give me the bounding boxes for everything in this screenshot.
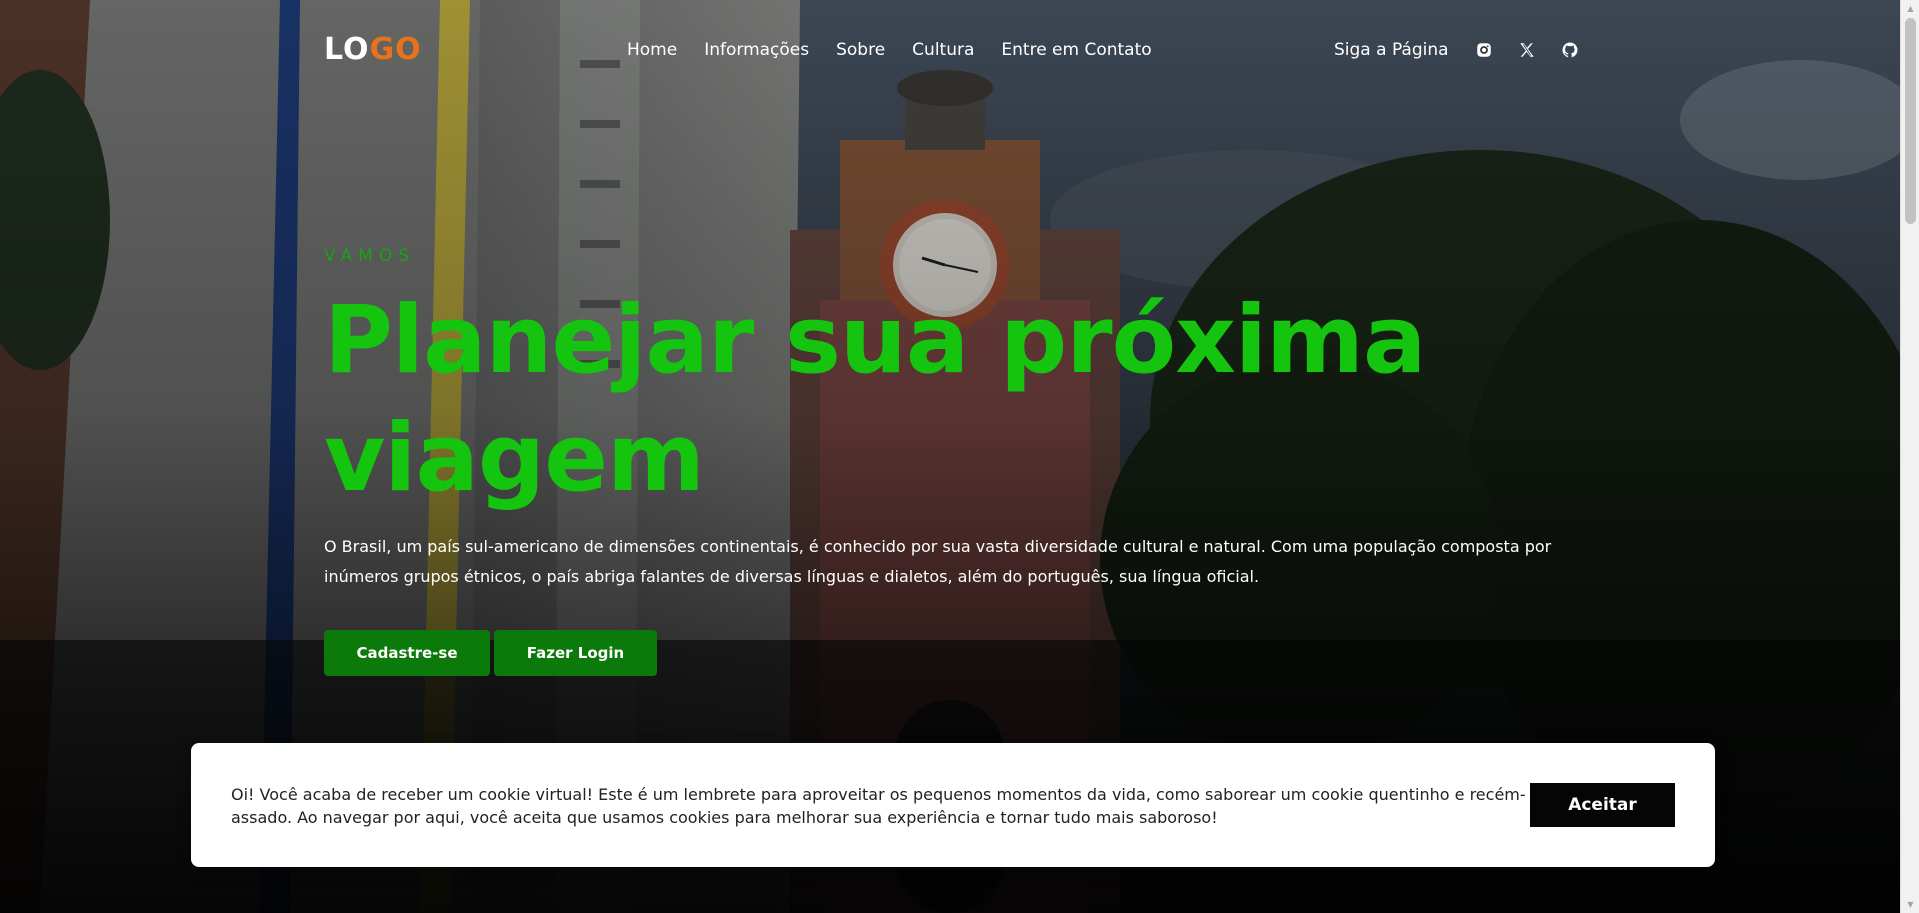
cookie-banner: Oi! Você acaba de receber um cookie virt… xyxy=(191,743,1715,867)
main-nav: Home Informações Sobre Cultura Entre em … xyxy=(627,40,1179,60)
logo-text-primary: LO xyxy=(324,32,370,67)
nav-cultura[interactable]: Cultura xyxy=(912,40,974,60)
signup-button[interactable]: Cadastre-se xyxy=(324,630,490,676)
cookie-message: Oi! Você acaba de receber um cookie virt… xyxy=(231,785,1526,827)
logo-text-accent: GO xyxy=(369,32,422,67)
login-button[interactable]: Fazer Login xyxy=(494,630,657,676)
hero-section: VAMOS Planejar sua próxima viagem O Bras… xyxy=(324,246,1614,676)
x-twitter-icon[interactable] xyxy=(1518,41,1536,59)
hero-actions: Cadastre-se Fazer Login xyxy=(324,630,1614,676)
nav-informacoes[interactable]: Informações xyxy=(704,40,809,60)
hero-intro-text: O Brasil, um país sul-americano de dimen… xyxy=(324,537,1552,586)
github-icon[interactable] xyxy=(1561,41,1579,59)
nav-home[interactable]: Home xyxy=(627,40,677,60)
instagram-icon[interactable] xyxy=(1475,41,1493,59)
hero-headline: Planejar sua próxima viagem xyxy=(324,286,1426,513)
hero-eyebrow: VAMOS xyxy=(324,246,416,266)
scroll-down-arrow-icon[interactable]: ▼ xyxy=(1901,896,1919,913)
accept-cookies-button[interactable]: Aceitar xyxy=(1530,783,1675,827)
social-follow: Siga a Página xyxy=(1334,40,1604,60)
logo[interactable]: LOGO xyxy=(324,32,422,67)
scroll-up-arrow-icon[interactable]: ▲ xyxy=(1901,0,1919,17)
follow-label: Siga a Página xyxy=(1334,40,1449,60)
site-header: LOGO Home Informações Sobre Cultura Entr… xyxy=(0,0,1900,104)
scrollbar-thumb[interactable] xyxy=(1905,18,1916,224)
page-scrollbar[interactable]: ▲ ▼ xyxy=(1900,0,1919,913)
nav-contato[interactable]: Entre em Contato xyxy=(1001,40,1151,60)
nav-sobre[interactable]: Sobre xyxy=(836,40,885,60)
